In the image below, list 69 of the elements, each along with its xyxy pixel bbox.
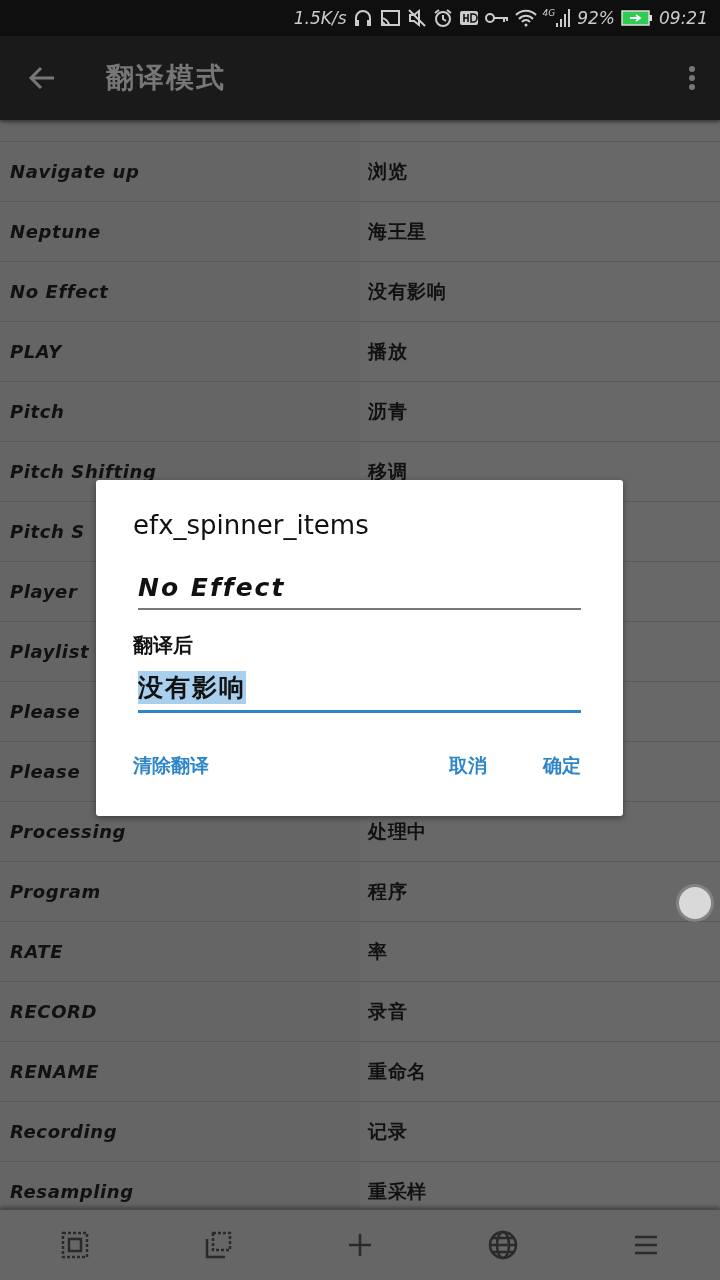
battery-icon <box>621 9 653 27</box>
source-text: Neptune <box>10 221 101 242</box>
hd-icon <box>458 9 479 27</box>
network-type: 4G <box>542 8 556 18</box>
source-text: No Effect <box>10 281 109 302</box>
globe-icon[interactable] <box>487 1230 518 1260</box>
translation-text: 程序 <box>368 878 408 904</box>
wifi-icon <box>514 9 537 27</box>
source-text: Navigate up <box>10 161 140 182</box>
source-text: Processing <box>10 821 127 842</box>
translation-text: 播放 <box>368 338 408 364</box>
source-text: Pitch S <box>10 521 85 542</box>
list-row[interactable]: RATE 率 <box>0 922 720 982</box>
translation-text: 没有影响 <box>368 278 447 304</box>
cast-icon <box>378 8 401 28</box>
translation-text: 率 <box>368 938 388 964</box>
source-text: Pitch Shifting <box>10 461 157 482</box>
back-icon[interactable] <box>28 64 56 92</box>
translation-text: 浏览 <box>368 158 408 184</box>
source-text: Recording <box>10 1121 118 1142</box>
list-row[interactable]: PLAY 播放 <box>0 322 720 382</box>
battery-percent: 92% <box>577 8 615 28</box>
source-text: Resampling <box>10 1181 134 1202</box>
source-text: Program <box>10 881 101 902</box>
list-row[interactable]: Neptune 海王星 <box>0 202 720 262</box>
dialog-title: efx_spinner_items <box>133 510 370 540</box>
source-text: Please <box>10 761 81 782</box>
source-text: Playlist <box>10 641 90 662</box>
source-text: RENAME <box>10 1061 99 1082</box>
source-field[interactable]: No Effect <box>138 560 581 610</box>
more-icon[interactable] <box>688 65 696 91</box>
dialog-button[interactable]: 清除翻译 <box>133 753 209 779</box>
translation-text: 重采样 <box>368 1178 427 1204</box>
source-text: RATE <box>10 941 64 962</box>
network-speed: 1.5K/s <box>293 8 347 28</box>
mute-icon <box>406 8 427 28</box>
source-text: Please <box>10 701 81 722</box>
source-text: Player <box>10 581 78 602</box>
translation-field[interactable]: 没有影响 <box>138 663 581 713</box>
toolbar-title: 翻译模式 <box>106 60 227 96</box>
list-row[interactable]: No Effect 没有影响 <box>0 262 720 322</box>
list-row[interactable]: RECORD 录音 <box>0 982 720 1042</box>
source-text: PLAY <box>10 341 62 362</box>
add-icon[interactable] <box>347 1232 373 1258</box>
alarm-icon <box>432 8 453 28</box>
translation-text: 沥青 <box>368 398 408 424</box>
source-text: RECORD <box>10 1001 98 1022</box>
headset-icon <box>352 8 373 28</box>
field-label: 翻译后 <box>133 632 194 659</box>
translation-text: 记录 <box>368 1118 408 1144</box>
list-row[interactable]: Pitch 沥青 <box>0 382 720 442</box>
list-row[interactable]: Recording 记录 <box>0 1102 720 1162</box>
signal-icon <box>555 8 572 28</box>
copy-icon[interactable] <box>204 1231 233 1259</box>
source-text: Pitch <box>10 401 65 422</box>
key-icon <box>484 11 509 25</box>
list-row[interactable]: Program 程序 <box>0 862 720 922</box>
translation-text: 录音 <box>368 998 408 1024</box>
list-icon[interactable] <box>632 1234 659 1256</box>
translation-text: 重命名 <box>368 1058 427 1084</box>
translation-text: 海王星 <box>368 218 427 244</box>
translation-text: 处理中 <box>368 818 427 844</box>
list-row[interactable]: RENAME 重命名 <box>0 1042 720 1102</box>
dialog-button[interactable]: 确定 <box>543 753 581 779</box>
translation-text: 移调 <box>368 458 408 484</box>
list-row[interactable]: Navigate up 浏览 <box>0 142 720 202</box>
select-all-icon[interactable] <box>61 1231 90 1259</box>
dialog-button[interactable]: 取消 <box>449 753 487 779</box>
clock: 09:21 <box>659 8 708 28</box>
